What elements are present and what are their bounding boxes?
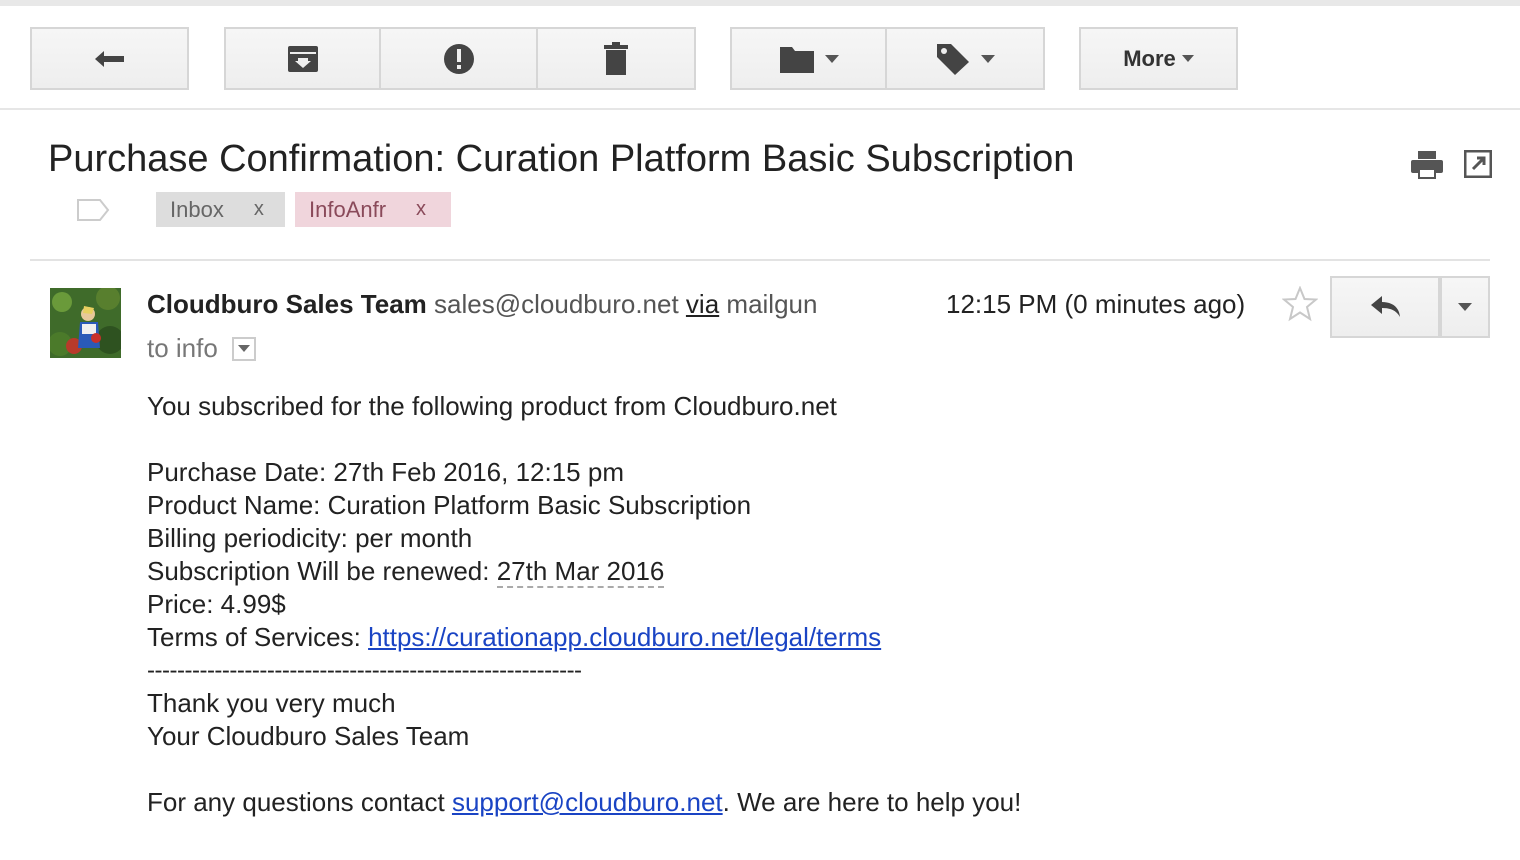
more-label: More [1123, 45, 1176, 71]
email-subject: Purchase Confirmation: Curation Platform… [48, 138, 1075, 180]
sender-line: Cloudburo Sales Team sales@cloudburo.net… [147, 285, 867, 325]
terms-label: Terms of Services: [147, 622, 369, 652]
more-button[interactable]: More [1079, 27, 1238, 90]
support-email-link[interactable]: support@cloudburo.net [452, 787, 723, 817]
labels-button[interactable] [887, 27, 1045, 90]
body-product-name: Product Name: Curation Platform Basic Su… [147, 490, 752, 520]
action-group [224, 27, 696, 90]
contact-prefix: For any questions contact [147, 787, 452, 817]
body-billing: Billing periodicity: per month [147, 523, 473, 553]
reply-icon [1371, 296, 1400, 317]
star-icon[interactable] [1282, 286, 1318, 322]
avatar[interactable] [50, 288, 121, 358]
report-spam-button[interactable] [381, 27, 538, 90]
renewal-date[interactable]: 27th Mar 2016 [496, 556, 665, 588]
sender-name[interactable]: Cloudburo Sales Team [147, 289, 427, 319]
chevron-down-icon [981, 54, 995, 63]
chevron-down-icon [237, 345, 250, 352]
important-marker-icon[interactable] [76, 198, 110, 222]
toolbar: More [0, 6, 1520, 110]
reply-group [1330, 276, 1490, 338]
body-signature: Your Cloudburo Sales Team [147, 721, 470, 751]
more-group: More [1079, 27, 1238, 90]
via-link[interactable]: via [686, 289, 719, 319]
sender-email: sales@cloudburo.net [434, 289, 679, 319]
message-time: 12:15 PM (0 minutes ago) [946, 289, 1246, 319]
renewal-label: Subscription Will be renewed: [147, 556, 497, 586]
back-arrow-icon [94, 50, 124, 67]
body-separator: ----------------------------------------… [147, 657, 582, 684]
terms-link[interactable]: https://curationapp.cloudburo.net/legal/… [368, 622, 881, 652]
folder-icon [779, 46, 814, 73]
via-domain: mailgun [726, 289, 818, 319]
label-chip-inbox: Inbox x [156, 192, 285, 227]
remove-label-button[interactable]: x [254, 198, 264, 221]
recipient-line: to info [147, 333, 256, 364]
organize-group [730, 27, 1045, 90]
body-terms: Terms of Services: https://curationapp.c… [147, 621, 881, 654]
new-window-icon [1463, 149, 1493, 179]
body-price: Price: 4.99$ [147, 589, 286, 619]
reply-button[interactable] [1330, 276, 1440, 338]
body-intro: You subscribed for the following product… [147, 391, 837, 421]
label-chip-name: InfoAnfr [309, 196, 387, 222]
more-actions-button[interactable] [1440, 276, 1490, 338]
archive-button[interactable] [224, 27, 381, 90]
body-contact: For any questions contact support@cloudb… [147, 786, 1021, 819]
delete-icon [604, 41, 628, 75]
move-to-button[interactable] [730, 27, 887, 90]
body-purchase-date: Purchase Date: 27th Feb 2016, 12:15 pm [147, 457, 624, 487]
body-thanks: Thank you very much [147, 688, 396, 718]
contact-suffix: . We are here to help you! [722, 787, 1022, 817]
divider [30, 259, 1490, 261]
back-group [30, 27, 189, 90]
recipient-text: to info [147, 333, 218, 363]
label-chip-infoanfr: InfoAnfr x [295, 192, 451, 227]
print-button[interactable] [1410, 150, 1444, 185]
chevron-down-icon [1458, 303, 1472, 311]
open-new-window-button[interactable] [1463, 149, 1493, 183]
delete-button[interactable] [538, 27, 696, 90]
recipient-details-button[interactable] [231, 336, 256, 361]
body-renewal: Subscription Will be renewed: 27th Mar 2… [147, 555, 665, 588]
remove-label-button[interactable]: x [416, 198, 426, 221]
label-chip-name: Inbox [170, 196, 224, 222]
chevron-down-icon [1181, 55, 1194, 62]
print-icon [1411, 151, 1443, 179]
report-spam-icon [443, 43, 474, 74]
chevron-down-icon [824, 54, 839, 63]
label-icon [937, 43, 969, 75]
back-button[interactable] [30, 27, 189, 90]
archive-icon [287, 45, 318, 72]
